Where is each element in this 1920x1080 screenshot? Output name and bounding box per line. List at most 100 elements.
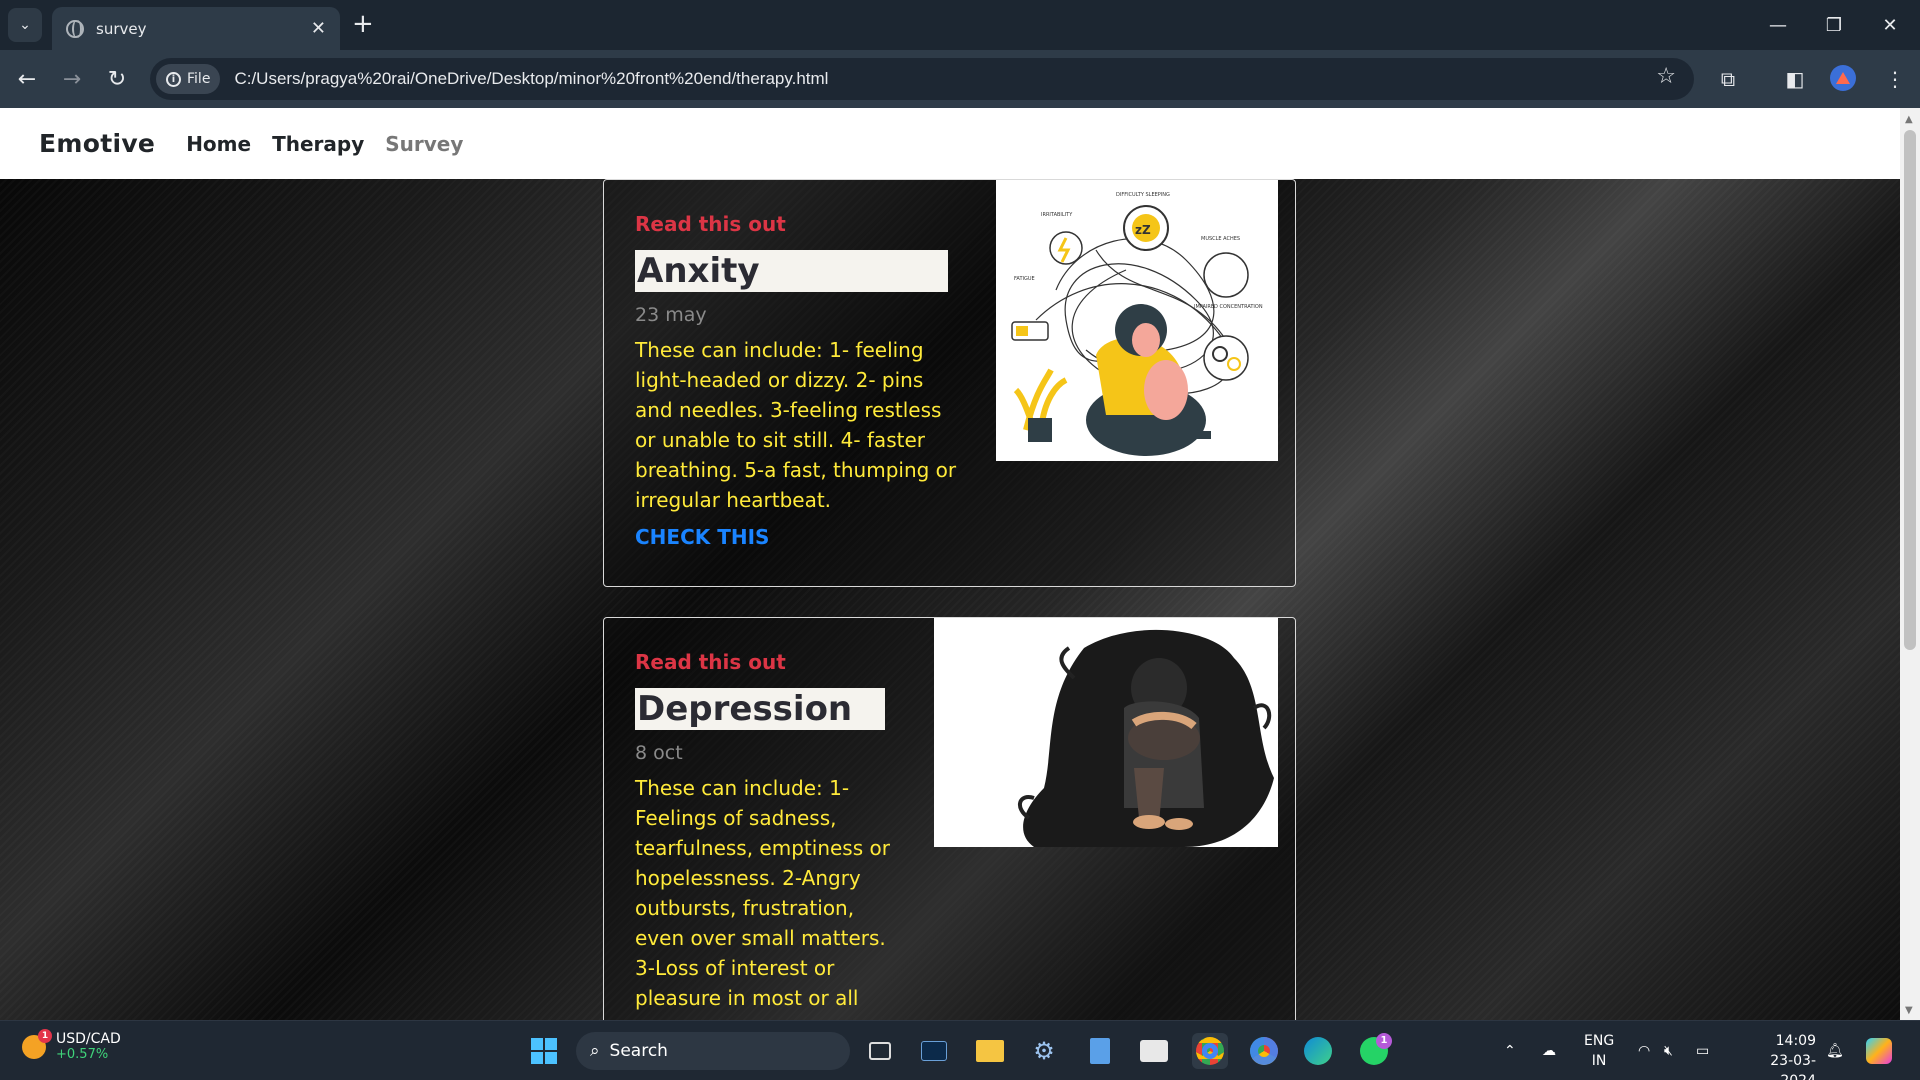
card-kicker: Read this out bbox=[635, 650, 786, 674]
bookmark-star-icon[interactable]: ☆ bbox=[1656, 64, 1676, 89]
nav-link-home[interactable]: Home bbox=[186, 132, 251, 156]
task-view-icon[interactable] bbox=[862, 1033, 898, 1069]
description-line: irregular heartbeat. bbox=[635, 488, 832, 512]
illustration-label: IRRITABILITY bbox=[1041, 212, 1073, 218]
ticker-symbol: USD/CAD bbox=[56, 1031, 121, 1047]
browser-tab-strip: ⌄ survey ✕ + — ❐ ✕ bbox=[0, 0, 1920, 50]
chrome-icon[interactable] bbox=[1246, 1033, 1282, 1069]
scroll-up-icon[interactable]: ▲ bbox=[1905, 114, 1913, 125]
reload-icon[interactable]: ↻ bbox=[102, 64, 132, 94]
ticker-change: +0.57% bbox=[56, 1047, 109, 1062]
back-icon[interactable]: ← bbox=[12, 64, 42, 94]
forward-icon[interactable]: → bbox=[57, 64, 87, 94]
description-line: Feelings of sadness, bbox=[635, 806, 837, 830]
nav-link-survey[interactable]: Survey bbox=[385, 132, 463, 156]
site-navbar: Emotive Home Therapy Survey bbox=[0, 108, 1900, 179]
new-tab-button[interactable]: + bbox=[352, 9, 374, 39]
description-line: pleasure in most or all bbox=[635, 986, 859, 1010]
page-scrollbar[interactable]: ▲ ▼ bbox=[1900, 108, 1920, 1020]
illustration-label: DIFFICULTY SLEEPING bbox=[1116, 192, 1170, 198]
chrome-active-icon[interactable] bbox=[1192, 1033, 1228, 1069]
check-this-link[interactable]: CHECK THIS bbox=[635, 525, 769, 549]
card-description: These can include: 1- Feelings of sadnes… bbox=[635, 773, 895, 1013]
description-line: breathing. 5-a fast, thumping or bbox=[635, 458, 957, 482]
minimize-icon[interactable]: — bbox=[1750, 0, 1806, 50]
description-line: light-headed or dizzy. 2- pins bbox=[635, 368, 924, 392]
globe-icon bbox=[66, 19, 84, 38]
therapy-card-depression: Read this out Depression 8 oct These can… bbox=[603, 617, 1296, 1020]
nav-link-therapy[interactable]: Therapy bbox=[272, 132, 364, 156]
search-icon: ⌕ bbox=[590, 1041, 600, 1061]
description-line: even over small matters. bbox=[635, 926, 886, 950]
illustration-label: IMPAIRED CONCENTRATION bbox=[1194, 304, 1263, 310]
copilot-icon[interactable] bbox=[1866, 1021, 1892, 1080]
close-window-icon[interactable]: ✕ bbox=[1862, 0, 1918, 50]
whatsapp-icon[interactable]: 1 bbox=[1356, 1033, 1392, 1069]
language-indicator[interactable]: ENG IN bbox=[1584, 1031, 1614, 1071]
description-line: or unable to sit still. 4- faster bbox=[635, 428, 925, 452]
close-tab-icon[interactable]: ✕ bbox=[311, 18, 326, 39]
clock-time: 14:09 bbox=[1775, 1033, 1816, 1049]
show-hidden-icons[interactable]: ⌃ bbox=[1504, 1021, 1516, 1080]
side-panel-icon[interactable]: ◧ bbox=[1780, 64, 1810, 94]
battery-icon[interactable]: ▭ bbox=[1696, 1021, 1709, 1080]
tab-search-button[interactable]: ⌄ bbox=[8, 8, 42, 42]
site-brand[interactable]: Emotive bbox=[39, 129, 155, 158]
card-title: Depression bbox=[635, 688, 885, 730]
description-line: These can include: 1- bbox=[635, 776, 850, 800]
description-line: 3-Loss of interest or bbox=[635, 956, 835, 980]
restore-icon[interactable]: ❐ bbox=[1806, 0, 1862, 50]
svg-text:zZ: zZ bbox=[1135, 223, 1151, 237]
illustration-label: MUSCLE ACHES bbox=[1201, 236, 1240, 242]
clock-date: 23-03-2024 bbox=[1770, 1053, 1816, 1080]
description-line: outbursts, frustration, bbox=[635, 896, 855, 920]
region-code: IN bbox=[1591, 1053, 1607, 1069]
stock-widget-icon: 1 bbox=[22, 1028, 52, 1059]
profile-avatar[interactable] bbox=[1830, 65, 1856, 91]
notification-badge: 1 bbox=[38, 1028, 52, 1043]
info-icon: i bbox=[166, 71, 181, 87]
description-line: and needles. 3-feeling restless bbox=[635, 398, 942, 422]
card-kicker: Read this out bbox=[635, 212, 786, 236]
system-clock[interactable]: 14:09 23-03-2024 bbox=[1736, 1031, 1816, 1080]
photos-app-icon[interactable] bbox=[1136, 1033, 1172, 1069]
notification-badge: 1 bbox=[1376, 1033, 1392, 1049]
notification-bell-icon[interactable]: 🔔︎ bbox=[1826, 1021, 1844, 1080]
url-text[interactable]: C:/Users/pragya%20rai/OneDrive/Desktop/m… bbox=[234, 69, 828, 89]
windows-taskbar: 1 USD/CAD +0.57% ⌕ Search ⚙ 1 ⌃ ☁ ENG IN… bbox=[0, 1020, 1920, 1080]
windows-logo-icon bbox=[531, 1038, 557, 1064]
file-explorer-icon[interactable] bbox=[972, 1033, 1008, 1069]
site-info-chip[interactable]: i File bbox=[156, 64, 221, 94]
description-line: These can include: 1- feeling bbox=[635, 338, 924, 362]
scroll-down-icon[interactable]: ▼ bbox=[1905, 1005, 1913, 1016]
therapy-card-anxiety: Read this out Anxity 23 may These can in… bbox=[603, 179, 1296, 587]
menu-icon[interactable]: ⋮ bbox=[1880, 64, 1910, 94]
card-description: These can include: 1- feeling light-head… bbox=[635, 335, 965, 515]
browser-tab[interactable]: survey ✕ bbox=[52, 7, 340, 50]
settings-gear-icon[interactable]: ⚙ bbox=[1026, 1033, 1062, 1069]
anxiety-illustration-icon: zZ IRRITABILITY DIFFICULTY SLEEPING MUSCLE… bbox=[996, 180, 1278, 461]
card-date: 23 may bbox=[635, 304, 707, 326]
volume-muted-icon[interactable]: 🔇︎ bbox=[1664, 1021, 1673, 1080]
chevron-down-icon: ⌄ bbox=[19, 17, 31, 33]
wifi-icon[interactable]: ◠ bbox=[1638, 1021, 1650, 1080]
stock-widget[interactable]: 1 USD/CAD +0.57% bbox=[22, 1028, 121, 1062]
depression-illustration-icon bbox=[934, 618, 1278, 847]
illustration-label: FATIGUE bbox=[1014, 276, 1035, 282]
notepad-icon[interactable] bbox=[1082, 1033, 1118, 1069]
site-chip-label: File bbox=[187, 71, 211, 87]
description-line: hopelessness. 2-Angry bbox=[635, 866, 861, 890]
tab-title: survey bbox=[96, 19, 147, 38]
description-line: tearfulness, emptiness or bbox=[635, 836, 890, 860]
onedrive-icon[interactable]: ☁ bbox=[1542, 1021, 1556, 1080]
scrollbar-thumb[interactable] bbox=[1904, 130, 1916, 650]
edge-icon[interactable] bbox=[1300, 1033, 1336, 1069]
language-code: ENG bbox=[1584, 1033, 1615, 1049]
start-button[interactable] bbox=[526, 1033, 562, 1069]
taskbar-search-box[interactable]: ⌕ Search bbox=[576, 1032, 850, 1070]
extensions-icon[interactable]: ⧉ bbox=[1713, 64, 1743, 94]
taskbar-search-label: Search bbox=[609, 1041, 668, 1061]
card-date: 8 oct bbox=[635, 742, 683, 764]
terminal-app-icon[interactable] bbox=[916, 1033, 952, 1069]
address-bar[interactable]: i File C:/Users/pragya%20rai/OneDrive/De… bbox=[150, 58, 1694, 100]
